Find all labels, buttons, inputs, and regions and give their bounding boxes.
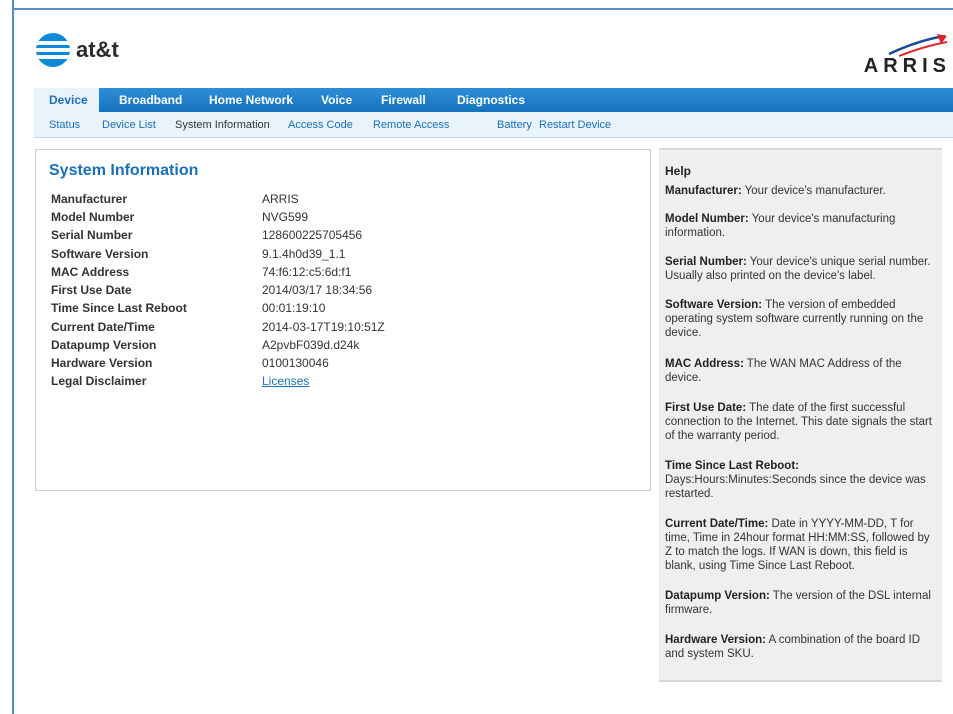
info-value: A2pvbF039d.d24k [262,338,360,352]
window-border-left [12,0,14,714]
tab-home-network[interactable]: Home Network [191,88,304,112]
subtab-battery[interactable]: Battery [497,119,532,131]
info-row-datapump-version: Datapump Version A2pvbF039d.d24k [51,338,641,356]
help-term: Current Date/Time: [665,518,769,530]
help-item-software-version: Software Version: The version of embedde… [665,298,937,340]
tab-device[interactable]: Device [34,88,99,112]
help-item-datapump-version: Datapump Version: The version of the DSL… [665,589,937,617]
help-term: Serial Number: [665,256,747,268]
help-item-hardware-version: Hardware Version: A combination of the b… [665,633,937,661]
help-item-manufacturer: Manufacturer: Your device's manufacturer… [665,184,937,198]
info-value: 00:01:19:10 [262,301,326,315]
help-item-model-number: Model Number: Your device's manufacturin… [665,212,937,240]
info-label: Software Version [51,247,149,261]
info-row-time-since-last-reboot: Time Since Last Reboot 00:01:19:10 [51,301,641,319]
subtab-remote-access[interactable]: Remote Access [373,119,449,131]
info-label: Serial Number [51,228,133,242]
arris-logo: ARRIS [841,32,951,78]
help-term: Hardware Version: [665,634,766,646]
help-item-mac-address: MAC Address: The WAN MAC Address of the … [665,357,937,385]
info-value: 2014-03-17T19:10:51Z [262,320,385,334]
panel-title: System Information [49,162,199,179]
info-value: 128600225705456 [262,228,363,242]
help-term: Time Since Last Reboot: [665,460,799,472]
subtab-status[interactable]: Status [49,119,80,131]
licenses-link[interactable]: Licenses [262,374,309,388]
att-logo-text: at&t [76,37,119,62]
info-value: ARRIS [262,192,299,206]
sub-tab-bar: Status Device List System Information Ac… [34,112,953,138]
help-term: Model Number: [665,213,749,225]
info-value: 0100130046 [262,356,329,370]
help-panel: Help Manufacturer: Your device's manufac… [659,148,942,682]
help-term: Software Version: [665,299,763,311]
info-row-serial-number: Serial Number 128600225705456 [51,228,641,246]
info-label: Time Since Last Reboot [51,301,187,315]
subtab-access-code[interactable]: Access Code [288,119,353,131]
info-label: Datapump Version [51,338,157,352]
subtab-device-list[interactable]: Device List [102,119,156,131]
arris-logo-text: ARRIS [863,55,951,77]
info-row-manufacturer: Manufacturer ARRIS [51,192,641,210]
help-text: Days:Hours:Minutes:Seconds since the dev… [665,474,926,500]
page-header: at&t ARRIS [14,10,953,88]
tab-firewall[interactable]: Firewall [365,88,441,112]
subtab-restart-device[interactable]: Restart Device [539,119,611,131]
att-logo: at&t [36,33,119,67]
tab-broadband[interactable]: Broadband [99,88,191,112]
info-value: 2014/03/17 18:34:56 [262,283,373,297]
help-term: MAC Address: [665,358,744,370]
info-label: Legal Disclaimer [51,374,147,388]
main-tab-bar: Device Broadband Home Network Voice Fire… [34,88,953,112]
info-label: Current Date/Time [51,320,155,334]
help-term: Manufacturer: [665,185,742,197]
info-value: 9.1.4h0d39_1.1 [262,247,346,261]
info-row-model-number: Model Number NVG599 [51,210,641,228]
att-globe-icon [36,33,70,67]
help-item-first-use-date: First Use Date: The date of the first su… [665,401,937,443]
help-text: Your device's manufacturer. [741,185,886,197]
info-row-first-use-date: First Use Date 2014/03/17 18:34:56 [51,283,641,301]
info-label: First Use Date [51,283,132,297]
info-label: MAC Address [51,265,130,279]
info-value: NVG599 [262,210,309,224]
info-value: 74:f6:12:c5:6d:f1 [262,265,352,279]
info-row-legal-disclaimer: Legal Disclaimer Licenses [51,374,641,392]
info-row-current-date-time: Current Date/Time 2014-03-17T19:10:51Z [51,320,641,338]
info-row-software-version: Software Version 9.1.4h0d39_1.1 [51,247,641,265]
help-term: Datapump Version: [665,590,770,602]
system-information-panel: System Information Manufacturer ARRIS Mo… [35,149,651,491]
tab-voice[interactable]: Voice [304,88,365,112]
info-row-mac-address: MAC Address 74:f6:12:c5:6d:f1 [51,265,641,283]
help-item-time-since-last-reboot: Time Since Last Reboot: Days:Hours:Minut… [665,459,937,501]
tab-diagnostics[interactable]: Diagnostics [441,88,541,112]
info-row-hardware-version: Hardware Version 0100130046 [51,356,641,374]
help-title: Help [665,164,692,178]
info-label: Manufacturer [51,192,128,206]
help-term: First Use Date: [665,402,747,414]
info-label: Hardware Version [51,356,153,370]
subtab-system-information[interactable]: System Information [175,119,270,131]
help-item-serial-number: Serial Number: Your device's unique seri… [665,255,937,283]
info-label: Model Number [51,210,135,224]
help-item-current-date-time: Current Date/Time: Date in YYYY-MM-DD, T… [665,517,937,573]
